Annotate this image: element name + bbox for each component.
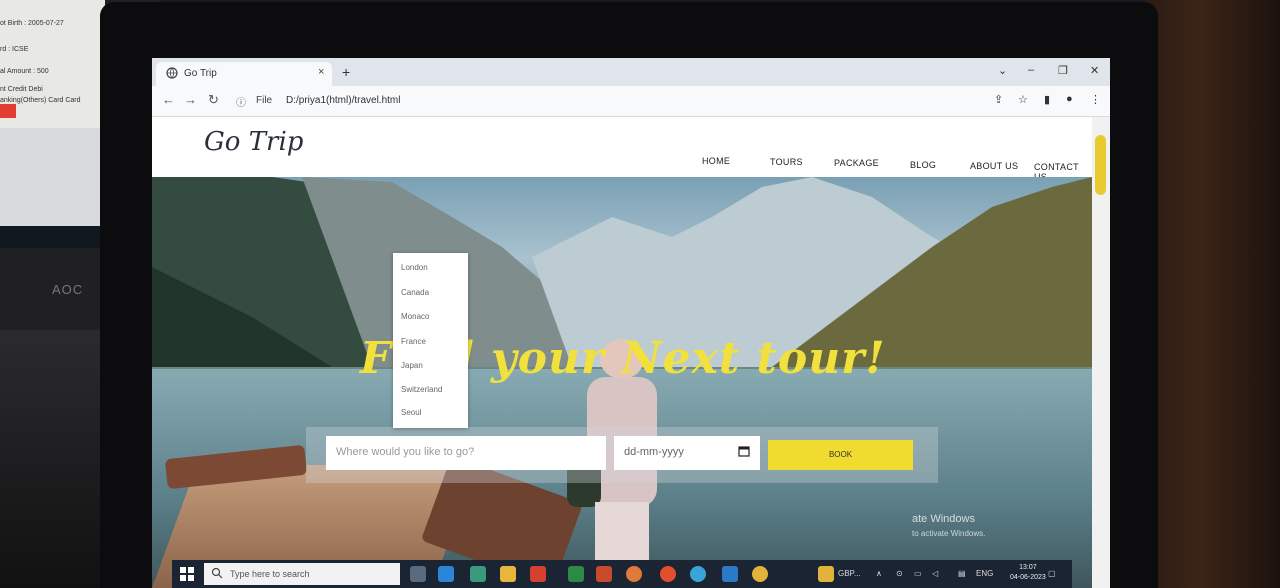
clock-date: 04-06-2023: [1010, 574, 1046, 581]
show-hidden-icons-icon[interactable]: ∧: [876, 569, 882, 578]
share-icon[interactable]: ⇪: [994, 93, 1003, 106]
tab-search-icon[interactable]: ⌄: [998, 64, 1007, 77]
page-viewport: Go Trip HOME TOURS PACKAGE BLOG ABOUT US…: [152, 117, 1110, 588]
second-monitor-screen: ot Birth : 2005-07-27 rd : ICSE al Amoun…: [0, 0, 105, 128]
weather-text[interactable]: GBP...: [838, 569, 861, 578]
scrollbar-thumb[interactable]: [1095, 135, 1106, 195]
edge-icon[interactable]: [438, 566, 454, 582]
date-input[interactable]: dd-mm-yyyy: [614, 436, 760, 470]
hero-section: Find your Next tour! Where would you lik…: [152, 177, 1092, 588]
destination-input[interactable]: Where would you like to go?: [326, 436, 606, 470]
maximize-button[interactable]: ❐: [1058, 64, 1068, 77]
new-tab-button[interactable]: +: [342, 64, 350, 80]
nav-blog[interactable]: BLOG: [910, 160, 936, 170]
network-icon[interactable]: ⊙: [896, 569, 903, 578]
nav-about-us[interactable]: ABOUT US: [970, 161, 1018, 171]
reload-icon[interactable]: ↻: [208, 92, 219, 108]
activate-windows-subtitle: to activate Windows.: [912, 529, 986, 538]
dropdown-option[interactable]: Canada: [401, 288, 429, 297]
site-logo[interactable]: Go Trip: [204, 127, 303, 157]
date-placeholder: dd-mm-yyyy: [624, 446, 684, 458]
taskbar-search-placeholder: Type here to search: [230, 569, 310, 579]
globe-icon: [166, 67, 178, 79]
dropdown-option[interactable]: France: [401, 337, 426, 346]
nav-package[interactable]: PACKAGE: [834, 158, 879, 168]
second-monitor-desktop: [0, 128, 108, 248]
keyboard-icon[interactable]: ▤: [958, 569, 966, 578]
browser-tab-strip: Go Trip × + ⌄ – ❐ ✕: [152, 58, 1110, 86]
address-bar[interactable]: ⓘ File D:/priya1(html)/travel.html: [230, 91, 1000, 111]
destination-placeholder: Where would you like to go?: [336, 446, 475, 458]
laptop-screen: Go Trip × + ⌄ – ❐ ✕ ← → ↻ ⓘ File D:/priy…: [152, 58, 1110, 588]
activate-windows-title: ate Windows: [912, 513, 975, 525]
profile-avatar-icon[interactable]: ●: [1066, 93, 1073, 105]
excel-icon[interactable]: [568, 566, 584, 582]
volume-icon[interactable]: ◁: [932, 569, 938, 578]
tab-title: Go Trip: [184, 68, 217, 79]
second-monitor-taskbar: [0, 226, 108, 248]
taskbar-search-box[interactable]: Type here to search: [204, 563, 400, 585]
dropdown-option[interactable]: Switzerland: [401, 385, 442, 394]
address-scheme: File: [256, 95, 273, 106]
search-icon: [211, 567, 223, 579]
battery-icon[interactable]: ▭: [914, 569, 922, 578]
second-monitor-red-button: [0, 104, 16, 118]
tab-close-icon[interactable]: ×: [318, 66, 324, 78]
powerpoint-icon[interactable]: [596, 566, 612, 582]
monitor-brand: AOC: [52, 282, 84, 297]
info-icon[interactable]: ⓘ: [236, 94, 246, 109]
site-header: Go Trip HOME TOURS PACKAGE BLOG ABOUT US…: [152, 117, 1092, 182]
chrome-active-icon[interactable]: [752, 566, 768, 582]
dropdown-option[interactable]: Japan: [401, 361, 423, 370]
bookmark-star-icon[interactable]: ☆: [1018, 93, 1028, 106]
clock-time: 13:07: [1019, 564, 1037, 571]
taskbar-clock[interactable]: 13:07 04-06-2023: [1010, 563, 1046, 583]
address-bar-row: ← → ↻ ⓘ File D:/priya1(html)/travel.html…: [152, 86, 1110, 117]
chrome-profile-icon[interactable]: [690, 566, 706, 582]
windows-start-icon[interactable]: [180, 567, 194, 581]
calendar-icon[interactable]: [738, 445, 750, 457]
second-monitor-line: nt Credit Debi: [0, 86, 43, 93]
nav-tours[interactable]: TOURS: [770, 157, 803, 167]
minimize-button[interactable]: –: [1028, 64, 1034, 76]
forward-arrow-icon[interactable]: →: [184, 92, 197, 107]
task-view-icon[interactable]: [410, 566, 426, 582]
firefox-icon[interactable]: [626, 566, 642, 582]
vscode-icon[interactable]: [722, 566, 738, 582]
destination-dropdown[interactable]: London Canada Monaco France Japan Switze…: [393, 253, 468, 428]
chrome-icon[interactable]: [660, 566, 676, 582]
notifications-icon[interactable]: ▢: [1048, 569, 1056, 578]
second-monitor-line: al Amount : 500: [0, 68, 49, 75]
background-right: [1145, 0, 1280, 588]
close-window-button[interactable]: ✕: [1090, 64, 1099, 77]
book-button[interactable]: BOOK: [768, 440, 913, 470]
side-panel-icon[interactable]: ▮: [1044, 93, 1050, 106]
store-icon[interactable]: [530, 566, 546, 582]
file-explorer-icon[interactable]: [500, 566, 516, 582]
teams-icon[interactable]: [470, 566, 486, 582]
language-indicator[interactable]: ENG: [976, 569, 993, 578]
weather-icon: [818, 566, 834, 582]
nav-home[interactable]: HOME: [702, 156, 730, 166]
back-arrow-icon[interactable]: ←: [162, 92, 175, 107]
second-monitor-line: anking(Others) Card Card: [0, 97, 81, 104]
browser-tab[interactable]: Go Trip ×: [156, 62, 332, 86]
second-monitor-line: ot Birth : 2005-07-27: [0, 20, 64, 27]
second-monitor-line: rd : ICSE: [0, 46, 29, 53]
windows-taskbar: Type here to search GBP... ∧ ⊙ ▭ ◁ ▤ ENG…: [172, 560, 1072, 588]
more-menu-icon[interactable]: ⋮: [1090, 93, 1101, 106]
dropdown-option[interactable]: London: [401, 263, 428, 272]
dropdown-option[interactable]: Monaco: [401, 312, 429, 321]
address-path: D:/priya1(html)/travel.html: [286, 95, 401, 106]
dropdown-option[interactable]: Seoul: [401, 408, 421, 417]
scrollbar[interactable]: [1092, 117, 1110, 588]
